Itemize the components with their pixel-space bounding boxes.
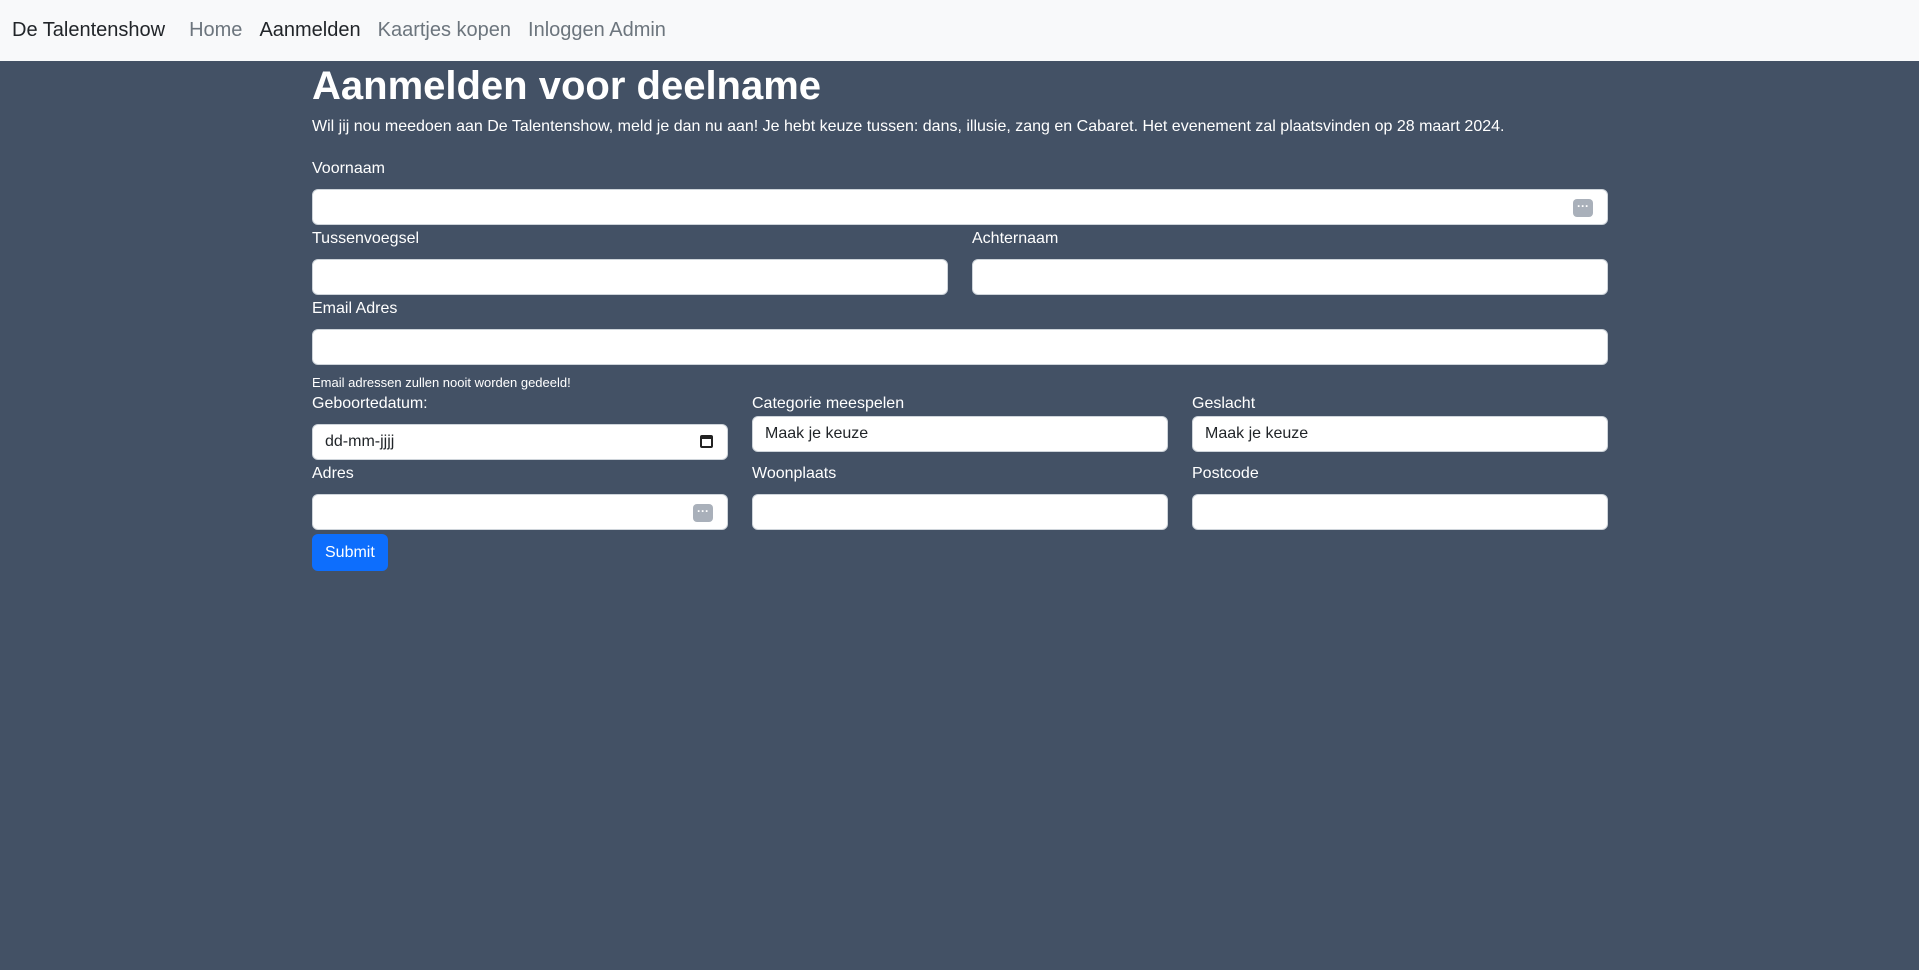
nav-inloggen-admin[interactable]: Inloggen Admin [528, 19, 666, 42]
navbar: De Talentenshow Home Aanmelden Kaartjes … [0, 0, 1919, 61]
nav-home[interactable]: Home [189, 19, 242, 42]
page-title: Aanmelden voor deelname [312, 64, 822, 108]
geboortedatum-label: Geboortedatum: [312, 395, 428, 412]
achternaam-input[interactable] [972, 259, 1608, 295]
more-dots-icon[interactable]: ··· [1573, 199, 1593, 217]
geslacht-label: Geslacht [1192, 395, 1256, 412]
nav-aanmelden[interactable]: Aanmelden [259, 19, 360, 42]
calendar-icon[interactable] [700, 435, 713, 448]
postcode-label: Postcode [1192, 465, 1259, 482]
categorie-selected: Maak je keuze [765, 425, 869, 442]
achternaam-label: Achternaam [972, 230, 1059, 247]
adres-label: Adres [312, 465, 354, 482]
categorie-select[interactable]: Maak je keuze [752, 416, 1168, 452]
email-input[interactable] [312, 329, 1608, 365]
email-label: Email Adres [312, 300, 398, 317]
geboortedatum-input[interactable]: dd-mm-jjjj [312, 424, 728, 460]
voornaam-label: Voornaam [312, 160, 385, 177]
woonplaats-input[interactable] [752, 494, 1168, 530]
categorie-label: Categorie meespelen [752, 395, 905, 412]
woonplaats-label: Woonplaats [752, 465, 837, 482]
geslacht-select[interactable]: Maak je keuze [1192, 416, 1608, 452]
nav-kaartjes-kopen[interactable]: Kaartjes kopen [378, 19, 511, 42]
voornaam-input[interactable]: ··· [312, 189, 1608, 225]
geslacht-selected: Maak je keuze [1205, 425, 1309, 442]
geboortedatum-placeholder: dd-mm-jjjj [325, 433, 395, 450]
tussenvoegsel-input[interactable] [312, 259, 948, 295]
brand-link[interactable]: De Talentenshow [12, 19, 165, 42]
intro-text: Wil jij nou meedoen aan De Talentenshow,… [312, 118, 1505, 135]
adres-input[interactable]: ··· [312, 494, 728, 530]
more-dots-icon[interactable]: ··· [693, 504, 713, 522]
email-help-text: Email adressen zullen nooit worden gedee… [312, 375, 571, 390]
postcode-input[interactable] [1192, 494, 1608, 530]
submit-button[interactable]: Submit [312, 534, 388, 571]
tussenvoegsel-label: Tussenvoegsel [312, 230, 420, 247]
